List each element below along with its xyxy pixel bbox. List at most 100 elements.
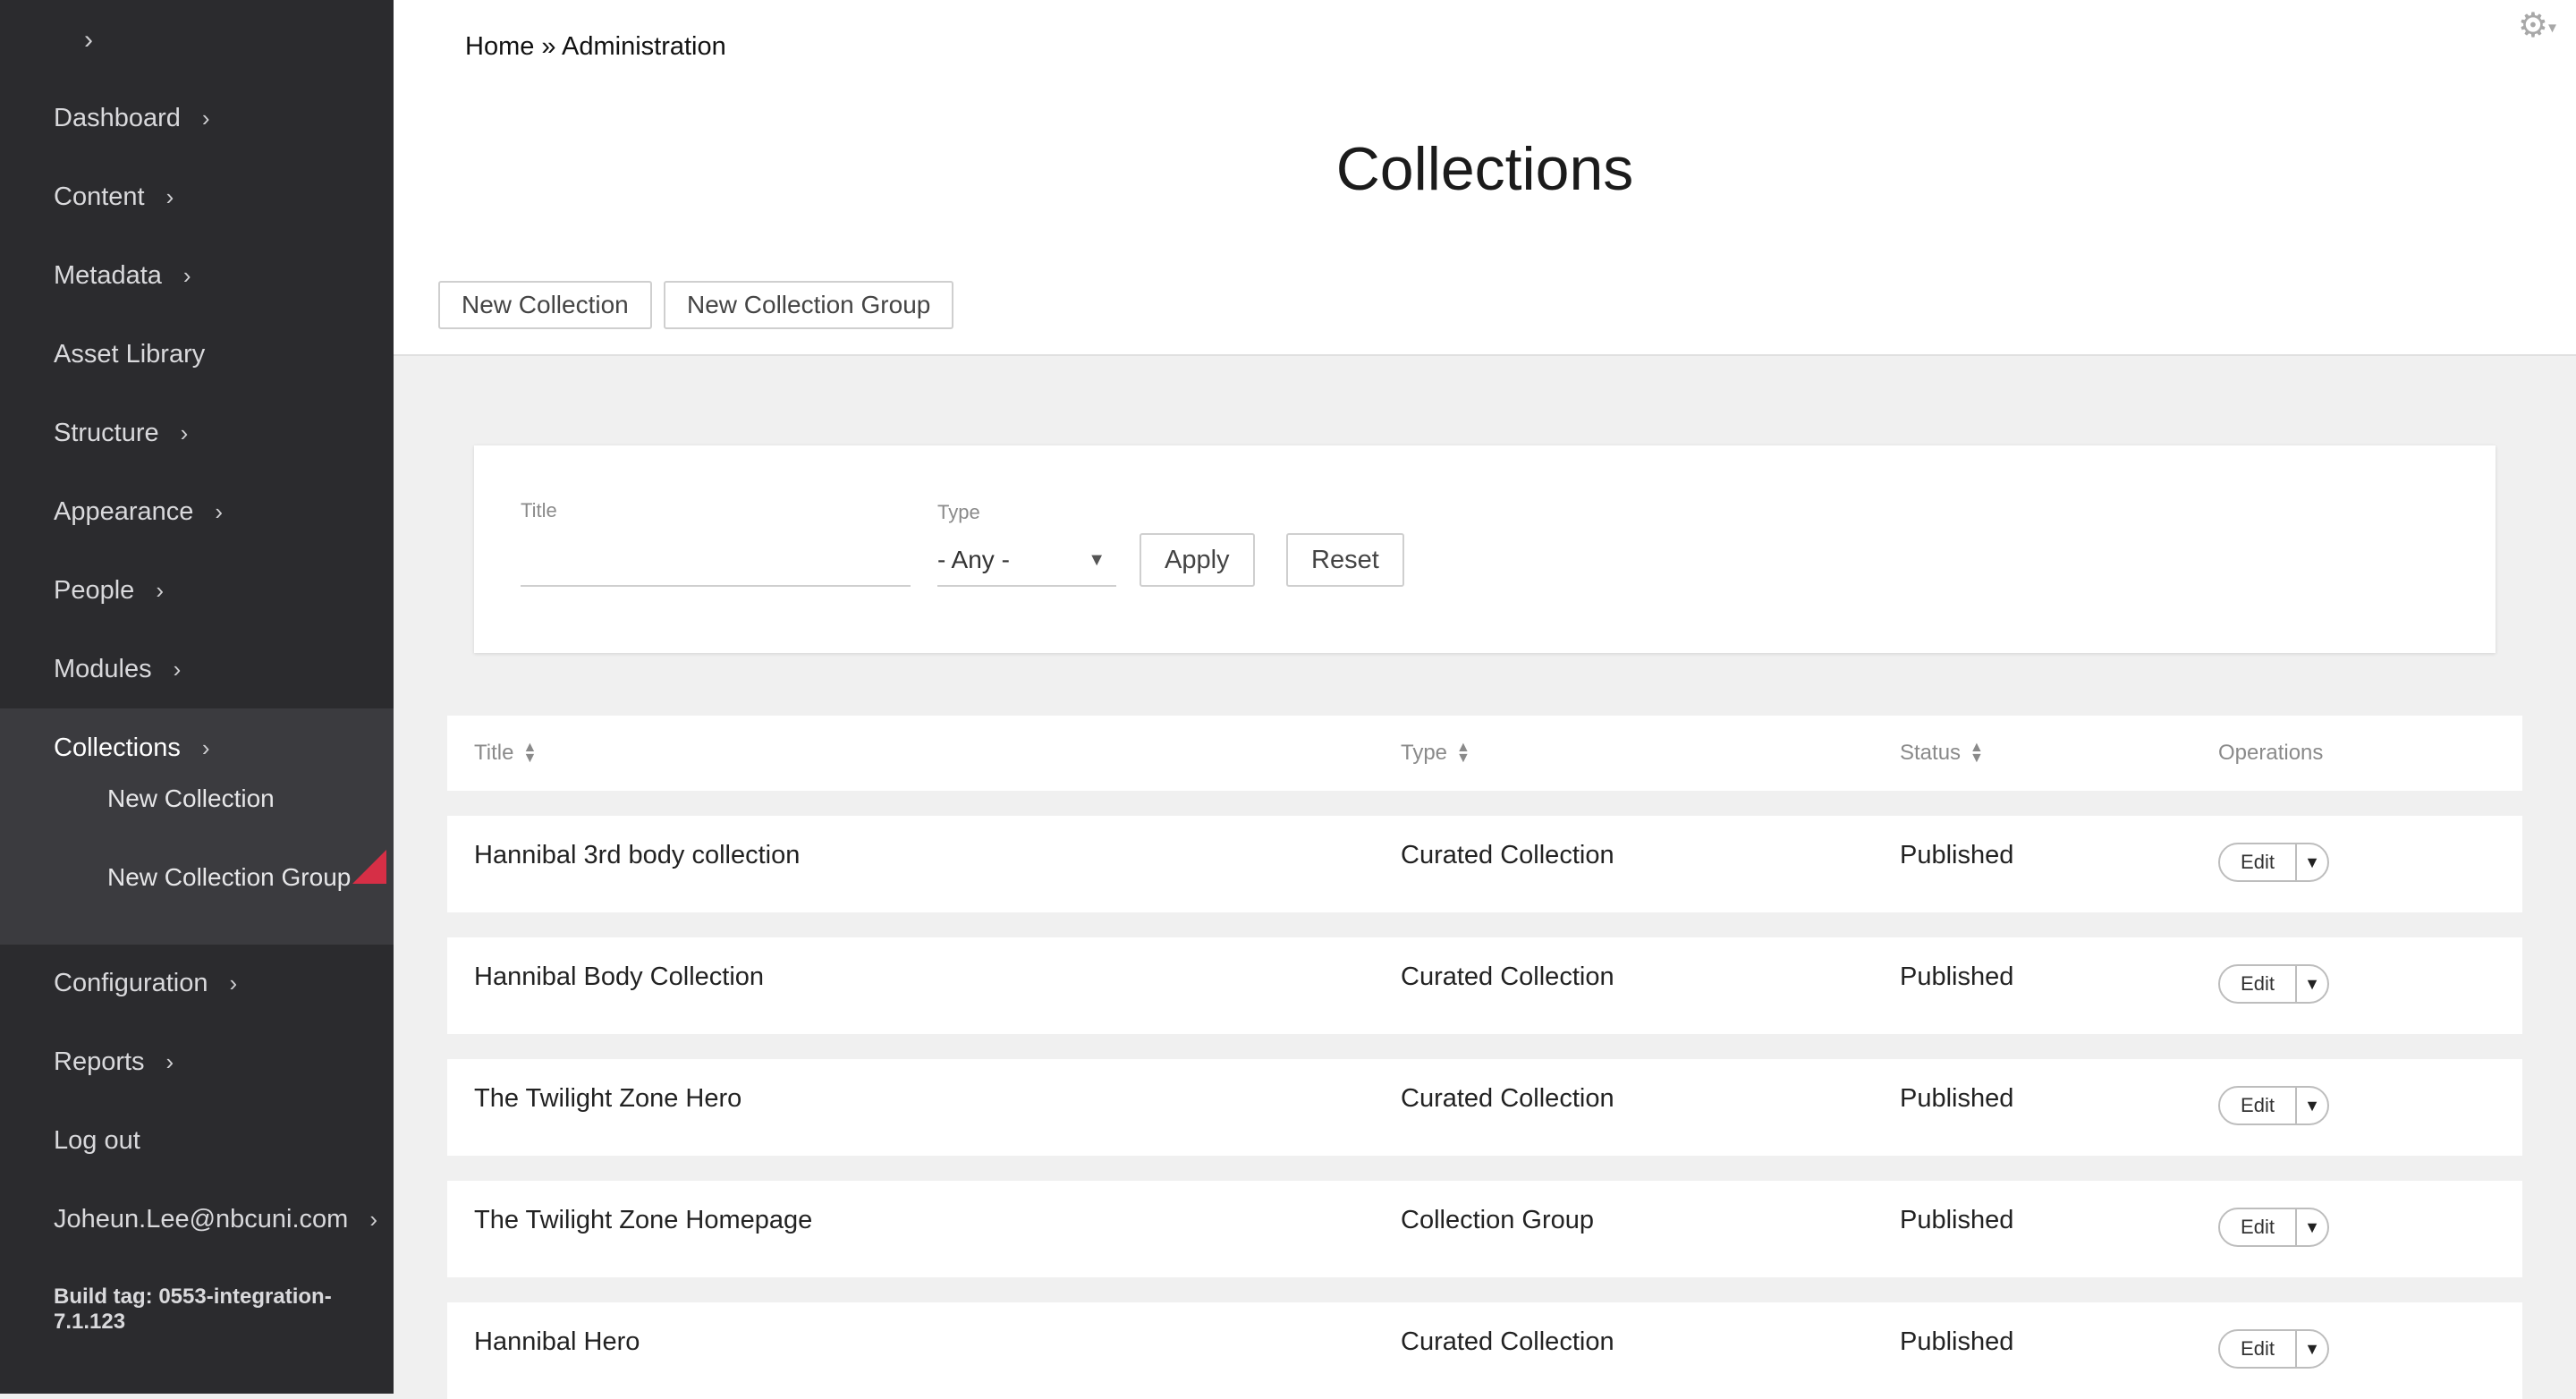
sidebar-item-dashboard[interactable]: Dashboard › [54,96,210,140]
settings-gear-icon[interactable]: ⚙▾ [2518,5,2556,46]
chevron-right-icon: › [201,104,210,131]
table-row: The Twilight Zone Hero Curated Collectio… [447,1059,2522,1156]
chevron-right-icon: › [173,655,182,683]
sidebar-item-label: Collections [54,733,181,762]
operations-dropbutton: Edit ▼ [2218,1086,2329,1125]
chevron-right-icon: › [229,969,238,996]
title-filter-label: Title [521,499,557,521]
row-title[interactable]: Hannibal 3rd body collection [474,841,800,870]
sidebar-subitem-label: New Collection Group [107,863,352,891]
operations-dropbutton: Edit ▼ [2218,964,2329,1004]
row-type: Curated Collection [1401,1084,1614,1113]
sidebar-item-label: Reports [54,1047,145,1076]
sidebar-subitem-label: New Collection [107,784,275,812]
dropdown-caret-icon[interactable]: ▼ [2297,975,2327,994]
row-title[interactable]: The Twilight Zone Homepage [474,1206,812,1235]
column-header-type[interactable]: Type ▲ ▼ [1401,741,1470,766]
new-collection-group-button[interactable]: New Collection Group [664,281,954,329]
column-header-title[interactable]: Title ▲ ▼ [474,741,537,766]
sidebar-item-log-out[interactable]: Log out [54,1118,140,1163]
edit-button[interactable]: Edit [2220,1088,2297,1123]
type-filter-label: Type [937,501,980,523]
edit-button[interactable]: Edit [2220,1209,2297,1245]
sidebar-subitem-new-collection[interactable]: New Collection [107,776,275,821]
dropdown-caret-icon[interactable]: ▼ [2297,1097,2327,1115]
dropdown-caret-icon[interactable]: ▼ [2297,1340,2327,1359]
dropdown-caret-icon[interactable]: ▼ [2297,853,2327,872]
page-header: Home » Administration ⚙▾ Collections New… [394,0,2576,356]
sidebar-item-content[interactable]: Content › [54,174,174,219]
sidebar-toggle-chevron-icon[interactable]: › [84,25,93,55]
column-header-operations: Operations [2218,741,2324,765]
sidebar-item-label: Appearance [54,496,194,526]
chevron-right-icon: › [180,419,189,446]
sidebar-subitem-new-collection-group[interactable]: New Collection Group [107,855,351,900]
row-title[interactable]: Hannibal Hero [474,1327,640,1357]
row-status: Published [1900,1327,2014,1356]
sidebar-item-metadata[interactable]: Metadata › [54,253,191,298]
sidebar-item-label: Asset Library [54,339,206,369]
column-header-label: Title [474,741,514,765]
sidebar-item-user-account[interactable]: Joheun.Lee@nbcuni.com › [54,1197,377,1242]
sidebar-item-label: Dashboard [54,103,181,132]
chevron-right-icon: › [156,576,164,604]
filter-form: Title Type - Any - ▼ Apply Reset [474,445,2496,653]
chevron-right-icon: › [165,1047,174,1075]
type-filter-select[interactable]: - Any - ▼ [937,535,1116,587]
edit-button[interactable]: Edit [2220,844,2297,880]
page-title: Collections [1335,135,1634,203]
sidebar-item-structure[interactable]: Structure › [54,411,188,455]
chevron-right-icon: › [182,261,191,289]
sidebar-item-label: Content [54,182,145,211]
column-header-label: Type [1401,741,1448,765]
sidebar-item-people[interactable]: People › [54,568,164,613]
admin-sidebar: › Dashboard › Content › Metadata › Asset Li… [0,0,394,1394]
sidebar-item-collections[interactable]: Collections › [54,725,210,770]
row-type: Collection Group [1401,1206,1594,1234]
sidebar-item-label: Structure [54,418,159,447]
build-tag: Build tag: 0553-integration-7.1.123 [54,1285,332,1334]
column-header-label: Status [1900,741,1962,765]
row-type: Curated Collection [1401,1327,1614,1356]
apply-button[interactable]: Apply [1140,533,1255,587]
new-collection-button[interactable]: New Collection [438,281,652,329]
row-status: Published [1900,1084,2014,1113]
edit-button[interactable]: Edit [2220,966,2297,1002]
title-filter-input[interactable] [521,542,911,587]
row-status: Published [1900,1206,2014,1234]
sidebar-item-modules[interactable]: Modules › [54,647,181,691]
table-header: Title ▲ ▼ Type ▲ ▼ Status ▲ ▼ Operations [447,716,2522,791]
dropdown-caret-icon[interactable]: ▼ [2297,1218,2327,1237]
chevron-right-icon: › [369,1205,377,1233]
edit-button[interactable]: Edit [2220,1331,2297,1367]
row-type: Curated Collection [1401,841,1614,869]
sidebar-item-label: People [54,575,135,605]
sidebar-item-appearance[interactable]: Appearance › [54,489,223,534]
type-select-value: - Any - [937,546,1010,573]
row-title[interactable]: The Twilight Zone Hero [474,1084,741,1114]
row-status: Published [1900,841,2014,869]
sidebar-item-asset-library[interactable]: Asset Library [54,332,205,377]
sidebar-item-label: Log out [54,1125,140,1155]
caret-down-icon: ▾ [2547,18,2556,37]
sidebar-item-configuration[interactable]: Configuration › [54,961,237,1005]
table-row: The Twilight Zone Homepage Collection Gr… [447,1181,2522,1277]
chevron-right-icon: › [165,182,174,210]
sidebar-item-label: Modules [54,654,152,683]
chevron-right-icon: › [201,733,210,761]
sidebar-item-reports[interactable]: Reports › [54,1039,174,1084]
breadcrumb: Home » Administration [465,32,726,61]
column-header-status[interactable]: Status ▲ ▼ [1900,741,1984,766]
sort-icon: ▲ ▼ [1456,740,1470,766]
reset-button[interactable]: Reset [1286,533,1404,587]
chevron-right-icon: › [215,497,224,525]
row-title[interactable]: Hannibal Body Collection [474,962,764,992]
row-status: Published [1900,962,2014,991]
row-type: Curated Collection [1401,962,1614,991]
sidebar-item-label: Configuration [54,968,208,997]
table-row: Hannibal Body Collection Curated Collect… [447,937,2522,1034]
table-row: Hannibal Hero Curated Collection Publish… [447,1302,2522,1399]
operations-dropbutton: Edit ▼ [2218,1329,2329,1369]
table-row: Hannibal 3rd body collection Curated Col… [447,816,2522,912]
sidebar-item-label: Metadata [54,260,162,290]
